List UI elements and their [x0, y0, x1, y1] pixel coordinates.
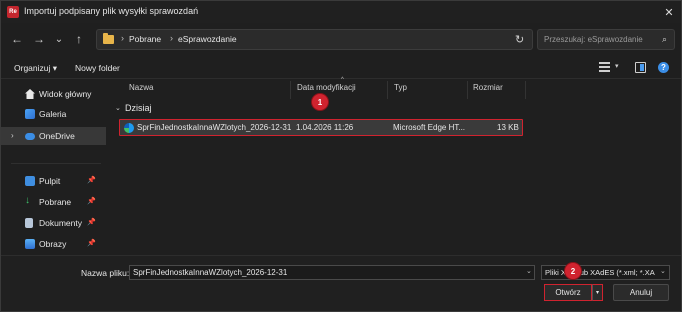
filename-label: Nazwa pliku: [81, 268, 130, 278]
file-size: 13 KB [497, 123, 519, 132]
step-marker-2: 2 [565, 263, 581, 279]
sidebar-item-downloads[interactable]: ↓ Pobrane 📌 [1, 193, 106, 211]
file-type-select[interactable]: Pliki XML lub XAdES (*.xml; *.XA [541, 265, 670, 280]
sidebar-item-label: Galeria [39, 109, 67, 119]
breadcrumb-pobrane[interactable]: Pobrane [129, 34, 161, 44]
search-input[interactable]: Przeszukaj: eSprawozdanie ⌕ [537, 29, 675, 50]
help-icon[interactable]: ? [658, 62, 669, 73]
column-header-modified[interactable]: Data modyfikacji [297, 83, 356, 92]
back-button[interactable]: ← [9, 31, 25, 47]
sidebar-item-label: Pulpit [39, 176, 61, 186]
column-separator[interactable] [290, 81, 291, 99]
file-modified: 1.04.2026 11:26 [296, 123, 354, 132]
sidebar-item-label: Dokumenty [39, 218, 82, 228]
column-separator[interactable] [387, 81, 388, 99]
sidebar-item-onedrive[interactable]: › OneDrive [1, 127, 106, 145]
pin-icon: 📌 [87, 240, 96, 247]
column-header-type[interactable]: Typ [394, 83, 407, 92]
chevron-down-icon[interactable]: ⌄ [526, 267, 532, 275]
sidebar-item-documents[interactable]: Dokumenty 📌 [1, 214, 106, 232]
pin-icon: 📌 [87, 177, 96, 184]
edge-icon [124, 123, 134, 133]
chevron-down-icon[interactable]: ⌄ [660, 267, 666, 275]
sidebar-item-label: OneDrive [39, 131, 75, 141]
cloud-icon [25, 133, 35, 140]
view-options-icon[interactable] [599, 62, 610, 72]
filename-input[interactable]: SprFinJednostkaInnaWZlotych_2026-12-31 [129, 265, 535, 280]
search-placeholder: Przeszukaj: eSprawozdanie [544, 35, 643, 44]
navigation-pane: Widok główny Galeria › OneDrive Pulpit 📌… [1, 81, 108, 253]
step-marker-1: 1 [312, 94, 328, 110]
documents-icon [25, 218, 33, 228]
sidebar-item-pictures[interactable]: Obrazy 📌 [1, 235, 106, 253]
sidebar-item-label: Pobrane [39, 197, 72, 207]
address-bar[interactable]: › Pobrane › eSprawozdanie ⌄ [96, 29, 595, 50]
sidebar-item-label: Obrazy [39, 239, 67, 249]
preview-pane-icon[interactable] [635, 62, 646, 73]
file-type-value: Pliki XML lub XAdES (*.xml; *.XA [545, 268, 655, 277]
column-header-name[interactable]: Nazwa [129, 83, 153, 92]
open-button[interactable]: Otwórz [544, 284, 592, 301]
window-title: Importuj podpisany plik wysyłki sprawozd… [24, 6, 199, 16]
sidebar-item-home[interactable]: Widok główny [1, 85, 106, 103]
chevron-down-icon[interactable]: ⌄ [115, 104, 121, 112]
column-separator[interactable] [525, 81, 526, 99]
close-button[interactable]: ✕ [661, 4, 677, 20]
navigation-bar: ← → ⌄ ↑ › Pobrane › eSprawozdanie ⌄ ↻ Pr… [1, 25, 681, 55]
command-toolbar: Organizuj ▾ Nowy folder ▾ ? [1, 57, 681, 79]
breadcrumb-esprawozdanie[interactable]: eSprawozdanie [178, 34, 237, 44]
gallery-icon [25, 109, 35, 119]
refresh-icon[interactable]: ↻ [515, 33, 524, 46]
organize-menu[interactable]: Organizuj ▾ [14, 63, 57, 74]
file-name: SprFinJednostkaInnaWZlotych_2026-12-31 [137, 123, 292, 132]
home-icon [25, 89, 35, 99]
sidebar-divider [11, 163, 101, 164]
file-type: Microsoft Edge HT... [393, 123, 466, 132]
file-open-dialog: Re Importuj podpisany plik wysyłki spraw… [0, 0, 682, 312]
folder-icon [103, 33, 114, 44]
breadcrumb-separator: › [121, 33, 124, 43]
download-icon: ↓ [25, 195, 30, 206]
recent-locations-button[interactable]: ⌄ [51, 31, 67, 47]
filename-value: SprFinJednostkaInnaWZlotych_2026-12-31 [133, 268, 288, 277]
open-options-button[interactable]: ▾ [592, 284, 603, 301]
search-icon: ⌕ [661, 34, 667, 44]
app-logo-icon: Re [7, 6, 19, 18]
table-row[interactable]: SprFinJednostkaInnaWZlotych_2026-12-31 1… [119, 119, 523, 136]
sidebar-item-gallery[interactable]: Galeria [1, 105, 106, 123]
file-list: Nazwa ^ Data modyfikacji Typ Rozmiar ⌄ D… [111, 77, 677, 253]
title-bar: Re Importuj podpisany plik wysyłki spraw… [1, 1, 681, 23]
dialog-footer: Nazwa pliku: SprFinJednostkaInnaWZlotych… [1, 255, 681, 311]
chevron-down-icon[interactable]: ▾ [615, 62, 619, 70]
breadcrumb-separator: › [170, 33, 173, 43]
forward-button[interactable]: → [31, 31, 47, 47]
cancel-button[interactable]: Anuluj [613, 284, 669, 301]
up-button[interactable]: ↑ [71, 31, 87, 47]
desktop-icon [25, 176, 35, 186]
new-folder-button[interactable]: Nowy folder [75, 63, 120, 73]
pictures-icon [25, 239, 35, 249]
pin-icon: 📌 [87, 219, 96, 226]
pin-icon: 📌 [87, 198, 96, 205]
sidebar-item-label: Widok główny [39, 89, 92, 99]
column-header-size[interactable]: Rozmiar [473, 83, 503, 92]
group-header-today[interactable]: Dzisiaj [125, 103, 152, 113]
sidebar-item-desktop[interactable]: Pulpit 📌 [1, 172, 106, 190]
column-separator[interactable] [467, 81, 468, 99]
chevron-right-icon[interactable]: › [11, 131, 14, 140]
